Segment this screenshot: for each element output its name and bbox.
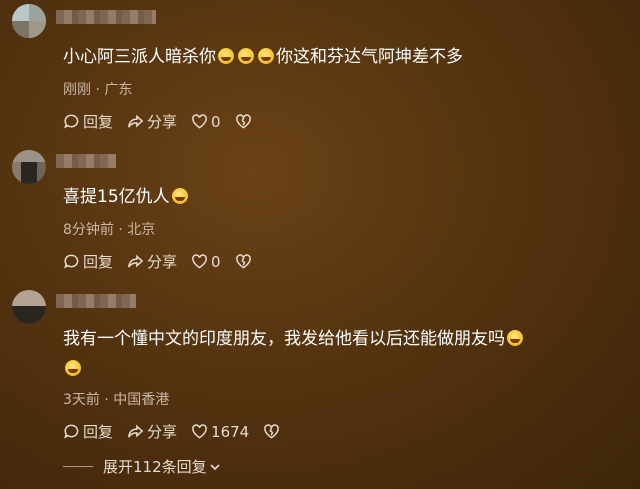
share-button[interactable]: 分享 xyxy=(127,421,177,442)
expand-replies-label: 展开112条回复 xyxy=(103,458,207,476)
comment-text: 我有一个懂中文的印度朋友，我发给他看以后还能做朋友吗 xyxy=(63,324,620,384)
username[interactable] xyxy=(56,294,136,308)
comment-actions: 回复 分享 0 xyxy=(63,251,266,272)
like-button[interactable]: 1674 xyxy=(191,423,249,441)
reply-label: 回复 xyxy=(83,113,114,131)
reply-label: 回复 xyxy=(83,253,114,271)
like-count: 1674 xyxy=(211,422,250,441)
like-count: 0 xyxy=(211,112,221,131)
dislike-button[interactable] xyxy=(263,423,280,440)
share-label: 分享 xyxy=(147,423,178,441)
broken-heart-icon xyxy=(264,424,280,439)
share-label: 分享 xyxy=(147,253,178,271)
laughing-emoji-icon xyxy=(258,48,274,64)
share-button[interactable]: 分享 xyxy=(127,111,177,132)
avatar[interactable] xyxy=(12,4,46,38)
comment-text-part: 我有一个懂中文的印度朋友，我发给他看以后还能做朋友吗 xyxy=(63,329,505,349)
comment-location: 广东 xyxy=(104,82,133,98)
reply-button[interactable]: 回复 xyxy=(63,421,113,442)
comment-meta: 3天前 · 中国香港 xyxy=(63,389,169,409)
comment-time: 刚刚 xyxy=(63,82,91,98)
comment-text-part: 喜提15亿仇人 xyxy=(63,187,170,207)
heart-icon xyxy=(192,114,207,129)
avatar[interactable] xyxy=(12,290,46,324)
meta-separator: · xyxy=(118,222,128,238)
laughing-emoji-icon xyxy=(238,48,254,64)
chevron-down-icon xyxy=(210,463,220,470)
comment-meta: 8分钟前 · 北京 xyxy=(63,219,155,239)
avatar[interactable] xyxy=(12,150,46,184)
share-arrow-icon xyxy=(128,254,144,268)
comment-location: 中国香港 xyxy=(113,392,170,408)
divider-line xyxy=(63,466,93,467)
comment-location: 北京 xyxy=(127,222,156,238)
comment-bubble-icon xyxy=(64,424,79,439)
share-label: 分享 xyxy=(147,113,178,131)
laughing-emoji-icon xyxy=(218,48,234,64)
share-arrow-icon xyxy=(128,424,144,438)
comment-text-part: 你这和芬达气阿坤差不多 xyxy=(276,47,463,67)
like-button[interactable]: 0 xyxy=(191,253,221,271)
comment-bubble-icon xyxy=(64,114,79,129)
comment-bubble-icon xyxy=(64,254,79,269)
comment-text-part: 小心阿三派人暗杀你 xyxy=(63,47,216,67)
comment-text: 喜提15亿仇人 xyxy=(63,182,620,212)
share-button[interactable]: 分享 xyxy=(127,251,177,272)
comment-item: 小心阿三派人暗杀你 你这和芬达气阿坤差不多 刚刚 · 广东 回复 分享 0 xyxy=(0,0,640,140)
meta-separator: · xyxy=(104,392,114,408)
expand-replies-button[interactable]: 展开112条回复 xyxy=(63,456,221,477)
comment-actions: 回复 分享 1674 xyxy=(63,421,294,442)
comment-time: 8分钟前 xyxy=(63,222,114,238)
laughing-emoji-icon xyxy=(65,360,81,376)
dislike-button[interactable] xyxy=(235,113,252,130)
laughing-emoji-icon xyxy=(507,330,523,346)
reply-button[interactable]: 回复 xyxy=(63,251,113,272)
heart-icon xyxy=(192,254,207,269)
comment-meta: 刚刚 · 广东 xyxy=(63,79,132,99)
comment-item: 我有一个懂中文的印度朋友，我发给他看以后还能做朋友吗 3天前 · 中国香港 回复… xyxy=(0,280,640,450)
reply-button[interactable]: 回复 xyxy=(63,111,113,132)
comment-time: 3天前 xyxy=(63,392,100,408)
share-arrow-icon xyxy=(128,114,144,128)
username[interactable] xyxy=(56,154,116,168)
laughing-emoji-icon xyxy=(171,188,188,204)
like-count: 0 xyxy=(211,252,221,271)
reply-label: 回复 xyxy=(83,423,114,441)
heart-icon xyxy=(192,424,207,439)
like-button[interactable]: 0 xyxy=(191,113,221,131)
comment-actions: 回复 分享 0 xyxy=(63,111,266,132)
comment-item: 喜提15亿仇人 8分钟前 · 北京 回复 分享 0 xyxy=(0,140,640,280)
broken-heart-icon xyxy=(235,114,251,129)
dislike-button[interactable] xyxy=(235,253,252,270)
comment-text: 小心阿三派人暗杀你 你这和芬达气阿坤差不多 xyxy=(63,42,620,72)
username[interactable] xyxy=(56,10,156,24)
broken-heart-icon xyxy=(235,254,251,269)
